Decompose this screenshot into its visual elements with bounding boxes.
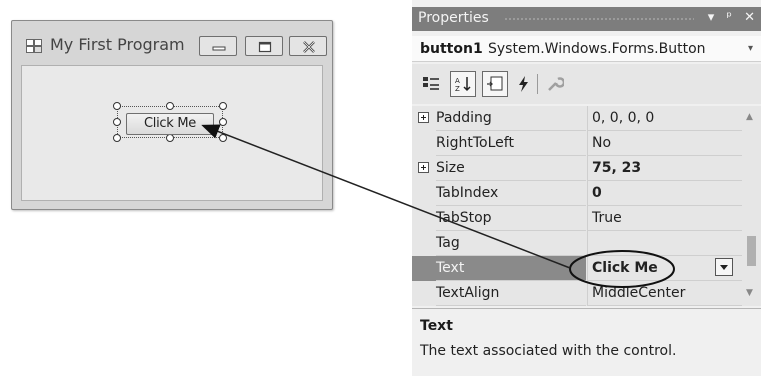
alphabetical-button[interactable]: A Z [450, 71, 476, 97]
property-grid-scrollbar[interactable]: ▲ ▼ [742, 106, 761, 306]
scroll-thumb[interactable] [747, 236, 756, 266]
minimize-button[interactable] [199, 36, 237, 56]
description-title: Text [420, 318, 453, 334]
resize-handle-w[interactable] [113, 118, 121, 126]
header-grip [504, 17, 694, 22]
property-pages-button[interactable] [542, 71, 568, 97]
close-icon [303, 41, 315, 53]
dropdown-arrow-icon[interactable]: ▾ [708, 10, 715, 25]
property-value[interactable]: 0 [587, 181, 742, 206]
lightning-icon [519, 76, 528, 92]
property-name: RightToLeft [436, 131, 586, 156]
description-pane: Text The text associated with the contro… [412, 308, 761, 376]
property-row-righttoleft[interactable]: RightToLeft No [412, 131, 742, 156]
object-selector[interactable]: button1 System.Windows.Forms.Button ▾ [412, 36, 761, 62]
property-name: Tag [436, 231, 586, 256]
categorized-button[interactable] [418, 71, 444, 97]
property-row-padding[interactable]: Padding 0, 0, 0, 0 [412, 106, 742, 131]
svg-text:A: A [455, 77, 460, 85]
resize-handle-se[interactable] [219, 134, 227, 142]
properties-title: Properties [418, 10, 489, 26]
close-panel-icon[interactable]: ✕ [744, 10, 755, 25]
property-name: TabIndex [436, 181, 586, 206]
property-name: Text [436, 256, 586, 281]
properties-toolbar: A Z [412, 64, 761, 104]
selection-band [412, 256, 436, 281]
maximize-icon [258, 41, 272, 53]
categorized-icon [423, 77, 439, 90]
property-value[interactable]: True [587, 206, 742, 231]
scroll-up-icon[interactable]: ▲ [746, 112, 753, 122]
toolbar-separator [537, 74, 538, 94]
alphabetical-icon: A Z [455, 77, 471, 93]
property-name: Size [436, 156, 586, 181]
object-type: System.Windows.Forms.Button [488, 41, 706, 57]
svg-text:Z: Z [455, 85, 460, 93]
properties-header: Properties ▾ ᵖ ✕ [412, 7, 761, 31]
events-button[interactable] [510, 71, 536, 97]
form-title-bar: My First Program [12, 21, 332, 65]
object-name: button1 [420, 41, 483, 57]
property-value[interactable]: MiddleCenter [587, 281, 742, 306]
wrench-icon [548, 77, 564, 91]
scroll-down-icon[interactable]: ▼ [746, 288, 753, 298]
resize-handle-s[interactable] [166, 134, 174, 142]
resize-handle-n[interactable] [166, 102, 174, 110]
form-app-icon [26, 39, 42, 53]
description-text: The text associated with the control. [420, 343, 677, 359]
resize-handle-nw[interactable] [113, 102, 121, 110]
property-value[interactable]: 0, 0, 0, 0 [587, 106, 742, 131]
property-name: TabStop [436, 206, 586, 231]
property-value[interactable] [587, 231, 742, 256]
property-value[interactable]: 75, 23 [587, 156, 742, 181]
click-me-button[interactable]: Click Me [126, 113, 214, 135]
chevron-down-icon[interactable]: ▾ [748, 43, 753, 54]
property-row-textalign[interactable]: TextAlign MiddleCenter [412, 281, 742, 306]
property-row-text[interactable]: Text Click Me [412, 256, 742, 281]
minimize-icon [212, 46, 226, 51]
property-row-tag[interactable]: Tag [412, 231, 742, 256]
property-grid: Padding 0, 0, 0, 0 RightToLeft No Size 7… [412, 106, 761, 306]
dropdown-arrow-icon [720, 265, 728, 270]
expand-icon[interactable] [418, 162, 429, 173]
properties-page-icon [487, 76, 503, 91]
properties-view-button[interactable] [482, 71, 508, 97]
property-name: Padding [436, 106, 586, 131]
property-row-tabindex[interactable]: TabIndex 0 [412, 181, 742, 206]
close-button[interactable] [289, 36, 327, 56]
resize-handle-sw[interactable] [113, 134, 121, 142]
button1-selection[interactable]: Click Me [113, 102, 227, 142]
resize-handle-e[interactable] [219, 118, 227, 126]
expand-icon[interactable] [418, 112, 429, 123]
property-row-tabstop[interactable]: TabStop True [412, 206, 742, 231]
header-controls: ▾ ᵖ ✕ [700, 10, 755, 25]
property-value[interactable]: No [587, 131, 742, 156]
resize-handle-ne[interactable] [219, 102, 227, 110]
properties-panel: Properties ▾ ᵖ ✕ button1 System.Windows.… [412, 0, 761, 376]
property-name: TextAlign [436, 281, 586, 306]
text-value-dropdown-button[interactable] [715, 258, 733, 276]
property-row-size[interactable]: Size 75, 23 [412, 156, 742, 181]
pin-icon[interactable]: ᵖ [726, 10, 732, 25]
maximize-button[interactable] [245, 36, 283, 56]
form-title: My First Program [50, 35, 185, 54]
